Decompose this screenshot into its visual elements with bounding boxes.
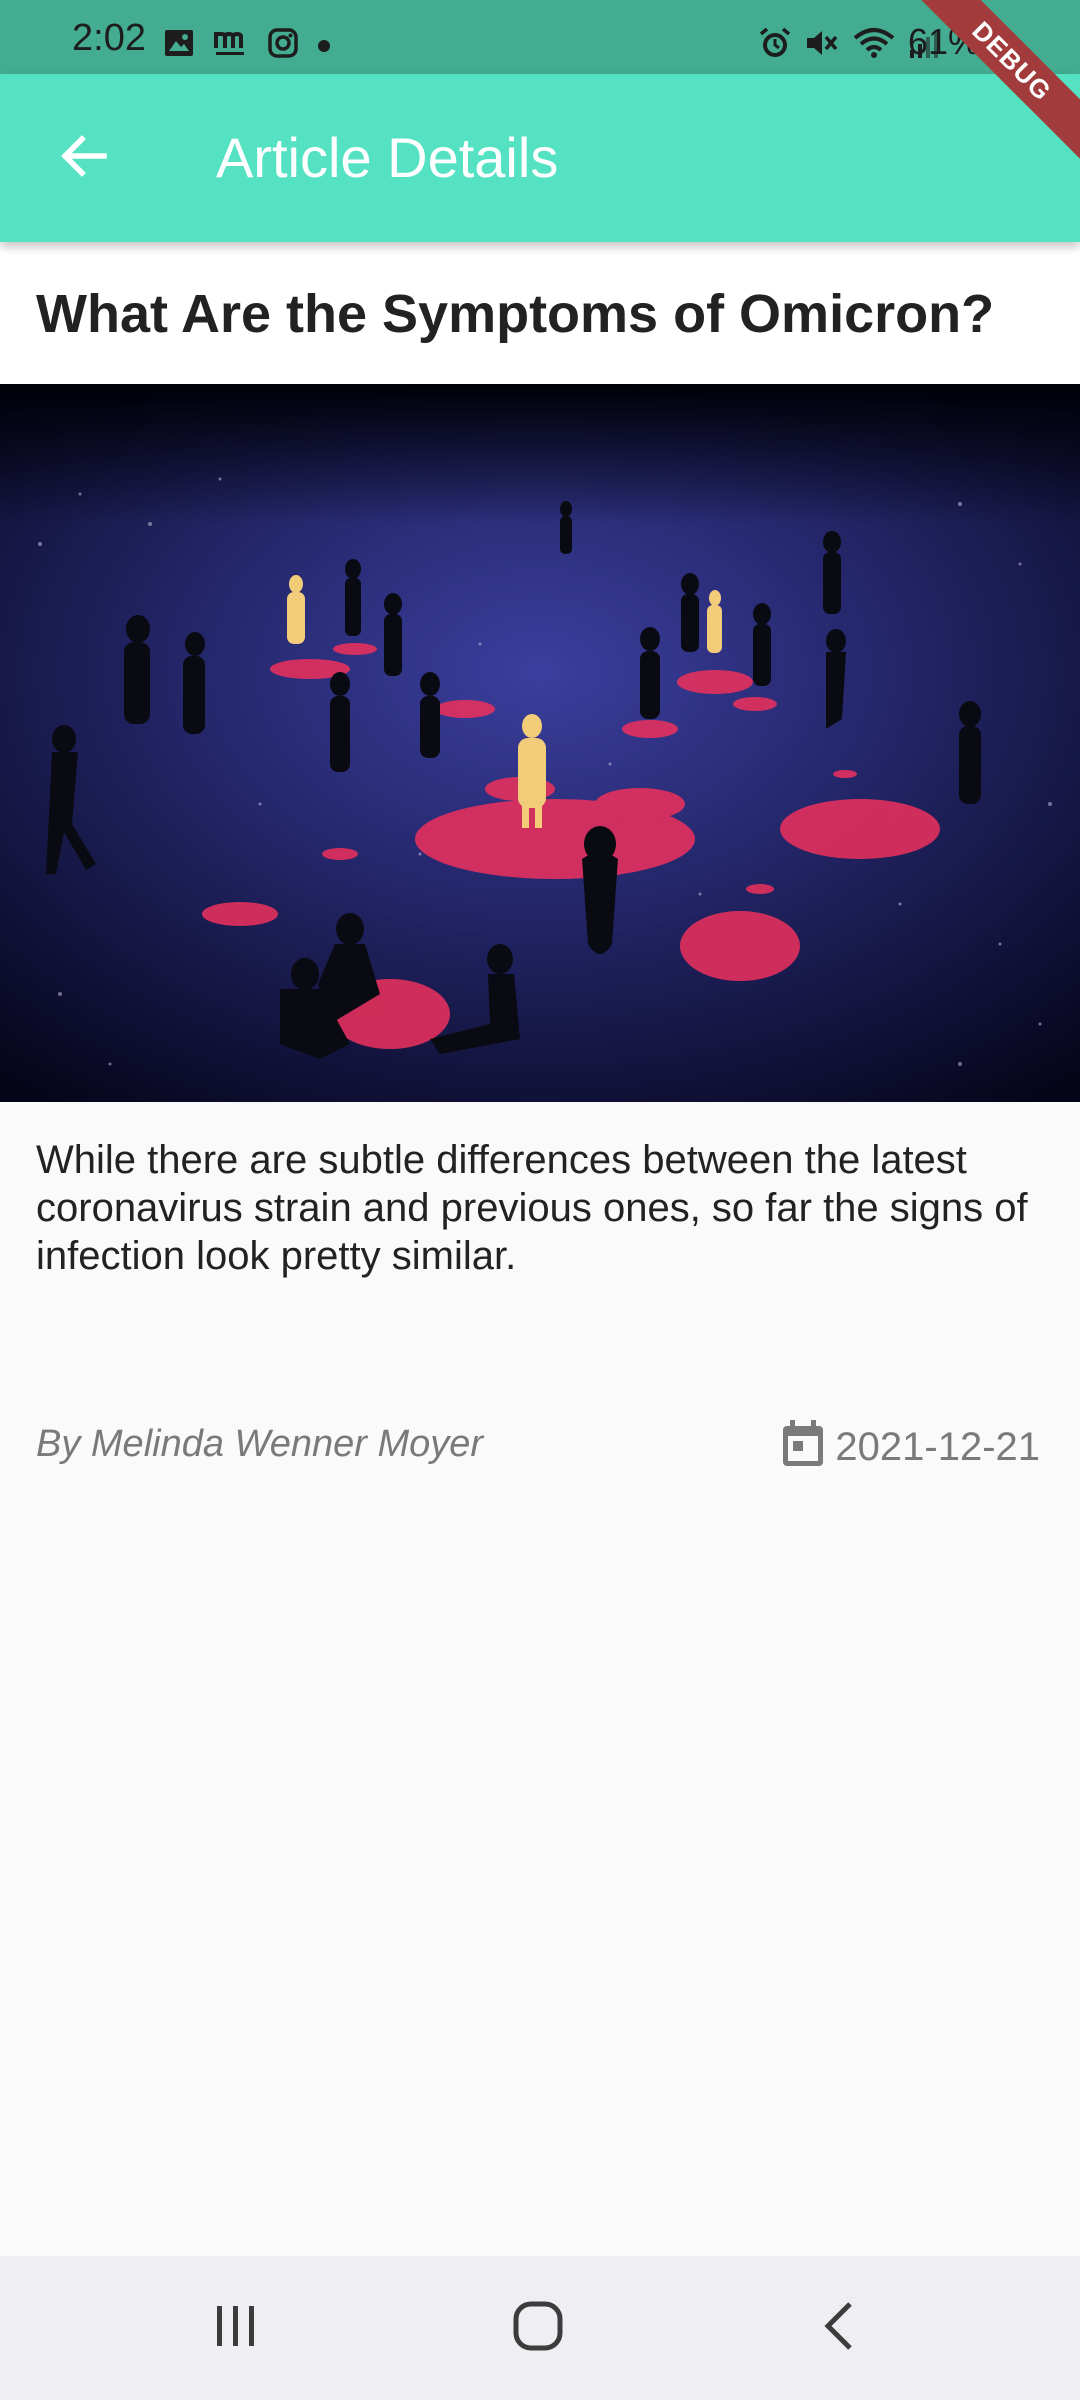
home-button[interactable] — [478, 2280, 598, 2376]
nav-back-button[interactable] — [780, 2280, 900, 2376]
wifi-icon — [852, 26, 896, 65]
dot-icon — [318, 39, 330, 52]
article-title: What Are the Symptoms of Omicron? — [36, 284, 995, 344]
back-icon — [820, 2300, 860, 2357]
omicron-illustration — [0, 384, 1080, 1102]
status-left-icons — [164, 28, 330, 63]
arrow-back-icon — [58, 130, 110, 187]
m-app-icon — [214, 28, 248, 63]
page-title: Article Details — [216, 126, 559, 189]
article-date-row: 2021-12-21 — [779, 1418, 1040, 1475]
mute-icon — [804, 26, 840, 65]
article-description: While there are subtle differences betwe… — [36, 1138, 1028, 1278]
alarm-icon — [758, 26, 792, 65]
status-time: 2:02 — [72, 17, 146, 59]
gallery-icon — [164, 29, 194, 62]
article-author: By Melinda Wenner Moyer — [36, 1423, 484, 1465]
instagram-icon — [268, 28, 298, 63]
home-icon — [512, 2300, 564, 2357]
recent-apps-button[interactable] — [176, 2280, 296, 2376]
back-button[interactable] — [36, 110, 132, 206]
status-bar: 2:02 61% — [0, 0, 1080, 74]
article-header: What Are the Symptoms of Omicron? — [0, 242, 1080, 384]
article-image — [0, 384, 1080, 1102]
app-bar: Article Details — [0, 74, 1080, 242]
article-date: 2021-12-21 — [835, 1424, 1040, 1469]
calendar-icon — [779, 1418, 827, 1475]
recent-apps-icon — [211, 2302, 261, 2355]
system-nav-bar — [0, 2256, 1080, 2400]
